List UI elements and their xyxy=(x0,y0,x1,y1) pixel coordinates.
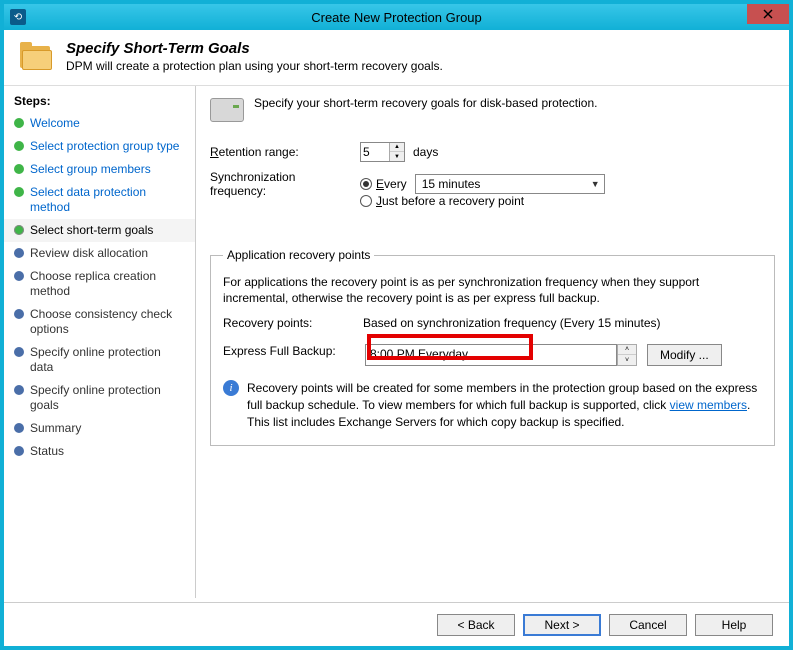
step-review-disk-allocation: Review disk allocation xyxy=(4,242,195,265)
retention-range-spinner[interactable]: ▲ ▼ xyxy=(360,142,405,162)
step-summary: Summary xyxy=(4,417,195,440)
cancel-button[interactable]: Cancel xyxy=(609,614,687,636)
listbox-scroll[interactable]: ˄ ˅ xyxy=(617,344,637,366)
express-full-backup-list[interactable]: 8:00 PM Everyday xyxy=(365,344,617,366)
scroll-down-icon[interactable]: ˅ xyxy=(618,355,636,365)
titlebar: ⟲ Create New Protection Group xyxy=(4,4,789,30)
retention-unit: days xyxy=(413,145,438,159)
step-status: Status xyxy=(4,440,195,463)
info-icon: i xyxy=(223,380,239,396)
back-button[interactable]: < Back xyxy=(437,614,515,636)
page-title: Specify Short-Term Goals xyxy=(66,40,443,57)
info-text: Recovery points will be created for some… xyxy=(247,380,762,430)
step-link[interactable]: Select data protection method xyxy=(30,185,185,215)
step-select-group-members[interactable]: Select group members xyxy=(4,158,195,181)
express-full-backup-label: Express Full Backup: xyxy=(223,344,363,358)
step-label: Specify online protection data xyxy=(30,345,185,375)
step-select-protection-group-type[interactable]: Select protection group type xyxy=(4,135,195,158)
page-header: Specify Short-Term Goals DPM will create… xyxy=(4,30,789,86)
step-welcome[interactable]: Welcome xyxy=(4,112,195,135)
step-label: Status xyxy=(30,444,64,459)
sync-interval-dropdown[interactable]: 15 minutes ▼ xyxy=(415,174,605,194)
radio-every-label: Every xyxy=(376,177,407,191)
retention-range-input[interactable] xyxy=(361,143,389,161)
step-link[interactable]: Welcome xyxy=(30,116,80,131)
bullet-done-icon xyxy=(14,118,24,128)
step-label: Select short-term goals xyxy=(30,223,153,238)
chevron-down-icon: ▼ xyxy=(591,179,600,189)
bullet-done-icon xyxy=(14,141,24,151)
step-link[interactable]: Select group members xyxy=(30,162,151,177)
steps-sidebar: Steps: Welcome Select protection group t… xyxy=(4,86,196,598)
radio-just-before-label: Just before a recovery point xyxy=(376,194,524,208)
express-full-backup-value: 8:00 PM Everyday xyxy=(370,347,468,361)
radio-every[interactable] xyxy=(360,178,372,190)
retention-range-label: Retention range: xyxy=(210,145,350,159)
modify-button[interactable]: Modify ... xyxy=(647,344,722,366)
steps-heading: Steps: xyxy=(4,92,195,112)
page-subtitle: DPM will create a protection plan using … xyxy=(66,59,443,73)
step-label: Specify online protection goals xyxy=(30,383,185,413)
step-select-short-term-goals: Select short-term goals xyxy=(4,219,195,242)
help-button[interactable]: Help xyxy=(695,614,773,636)
next-button[interactable]: Next > xyxy=(523,614,601,636)
step-choose-consistency-check-options: Choose consistency check options xyxy=(4,303,195,341)
intro-text: Specify your short-term recovery goals f… xyxy=(254,96,597,110)
view-members-link[interactable]: view members xyxy=(670,398,747,412)
scroll-up-icon[interactable]: ˄ xyxy=(618,345,636,355)
folder-icon xyxy=(20,42,56,72)
bullet-current-icon xyxy=(14,225,24,235)
sync-interval-value: 15 minutes xyxy=(422,177,481,191)
bullet-pending-icon xyxy=(14,423,24,433)
step-link[interactable]: Select protection group type xyxy=(30,139,179,154)
bullet-pending-icon xyxy=(14,446,24,456)
bullet-pending-icon xyxy=(14,347,24,357)
wizard-footer: < Back Next > Cancel Help xyxy=(4,602,789,646)
disk-icon xyxy=(210,98,244,122)
close-icon xyxy=(763,9,773,19)
bullet-pending-icon xyxy=(14,248,24,258)
radio-just-before[interactable] xyxy=(360,195,372,207)
step-label: Choose consistency check options xyxy=(30,307,185,337)
spinner-down-icon[interactable]: ▼ xyxy=(390,152,404,161)
recovery-points-label: Recovery points: xyxy=(223,316,363,330)
window-title: Create New Protection Group xyxy=(4,10,789,25)
application-recovery-points-group: Application recovery points For applicat… xyxy=(210,248,775,446)
window-frame: ⟲ Create New Protection Group Specify Sh… xyxy=(0,0,793,650)
step-label: Choose replica creation method xyxy=(30,269,185,299)
bullet-pending-icon xyxy=(14,309,24,319)
group-legend: Application recovery points xyxy=(223,248,374,262)
bullet-pending-icon xyxy=(14,271,24,281)
recovery-points-value: Based on synchronization frequency (Ever… xyxy=(363,316,661,330)
bullet-done-icon xyxy=(14,164,24,174)
main-panel: Specify your short-term recovery goals f… xyxy=(196,86,789,598)
step-choose-replica-creation-method: Choose replica creation method xyxy=(4,265,195,303)
step-specify-online-protection-data: Specify online protection data xyxy=(4,341,195,379)
step-specify-online-protection-goals: Specify online protection goals xyxy=(4,379,195,417)
step-label: Review disk allocation xyxy=(30,246,148,261)
group-description: For applications the recovery point is a… xyxy=(223,274,762,306)
step-label: Summary xyxy=(30,421,81,436)
step-select-data-protection-method[interactable]: Select data protection method xyxy=(4,181,195,219)
spinner-up-icon[interactable]: ▲ xyxy=(390,143,404,152)
bullet-done-icon xyxy=(14,187,24,197)
bullet-pending-icon xyxy=(14,385,24,395)
close-button[interactable] xyxy=(747,4,789,24)
